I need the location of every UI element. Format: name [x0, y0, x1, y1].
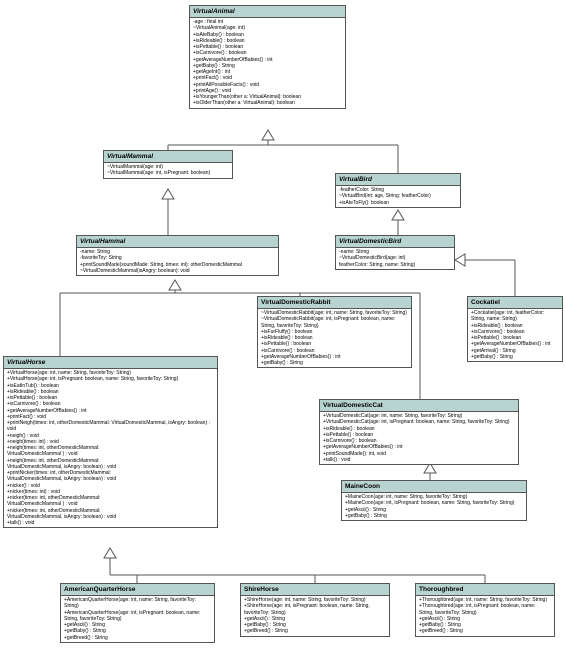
class-members: +MaineCoon(age: int, name: String, favor…: [342, 493, 526, 520]
class-virtualdomesticbird: VirtualDomesticBird-name: String ~Virtua…: [335, 235, 455, 270]
class-title: VirtualMammal: [104, 151, 232, 163]
class-virtualhorse: VirtualHorse+VirtualHorse(age: int, name…: [3, 356, 218, 528]
class-members: +Thoroughbred(age: int, name: String, fa…: [416, 596, 554, 636]
class-members: -featherColor: String ~VirtualBird(int: …: [336, 186, 460, 207]
class-members: +VirtualDomesticCat(age: int, name: Stri…: [320, 412, 518, 464]
class-virtualmammal: VirtualMammal~VirtualMammal(age: int) ~V…: [103, 150, 233, 179]
class-virtualdomesticrabbit: VirtualDomesticRabbit~VirtualDomesticRab…: [257, 296, 412, 368]
class-title: VirtualDomesticBird: [336, 236, 454, 248]
class-members: +Cockatiel(age: int, featherColor: Strin…: [468, 309, 562, 361]
class-virtualanimal: VirtualAnimal-age : final int ~VirtualAn…: [189, 5, 346, 109]
class-cockatiel: Cockatiel+Cockatiel(age: int, featherCol…: [467, 296, 563, 362]
class-members: ~VirtualMammal(age: int) ~VirtualMammal(…: [104, 163, 232, 178]
class-mainecoon: MaineCoon+MaineCoon(age: int, name: Stri…: [341, 480, 527, 521]
class-members: +AmericanQuarterHorse(age: int, name: St…: [61, 596, 214, 642]
class-title: Cockatiel: [468, 297, 562, 309]
class-title: Thoroughbred: [416, 584, 554, 596]
class-title: VirtualDomesticCat: [320, 400, 518, 412]
class-americanquarterhorse: AmericanQuarterHorse+AmericanQuarterHors…: [60, 583, 215, 643]
class-title: ShireHorse: [241, 584, 389, 596]
class-title: VirtualHorse: [4, 357, 217, 369]
class-members: -name: String ~VirtualDomesticBird(age: …: [336, 248, 454, 269]
class-members: +ShireHorse(age: int, name: String, favo…: [241, 596, 389, 636]
class-members: -name: String -favoriteToy: String +prin…: [77, 248, 278, 275]
class-title: VirtualBird: [336, 174, 460, 186]
class-title: AmericanQuarterHorse: [61, 584, 214, 596]
class-members: ~VirtualDomesticRabbit(age: int, name: S…: [258, 309, 411, 367]
class-title: VirtualAnimal: [190, 6, 345, 18]
class-members: -age : final int ~VirtualAnimal(age: int…: [190, 18, 345, 108]
class-virtualhammal: VirtualHammal-name: String -favoriteToy:…: [76, 235, 279, 276]
class-title: VirtualHammal: [77, 236, 278, 248]
class-virtualbird: VirtualBird-featherColor: String ~Virtua…: [335, 173, 461, 208]
class-title: MaineCoon: [342, 481, 526, 493]
class-shirehorse: ShireHorse+ShireHorse(age: int, name: St…: [240, 583, 390, 637]
class-members: +VirtualHorse(age: int, name: String, fa…: [4, 369, 217, 527]
class-virtualdomesticcat: VirtualDomesticCat+VirtualDomesticCat(ag…: [319, 399, 519, 465]
class-thoroughbred: Thoroughbred+Thoroughbred(age: int, name…: [415, 583, 555, 637]
class-title: VirtualDomesticRabbit: [258, 297, 411, 309]
